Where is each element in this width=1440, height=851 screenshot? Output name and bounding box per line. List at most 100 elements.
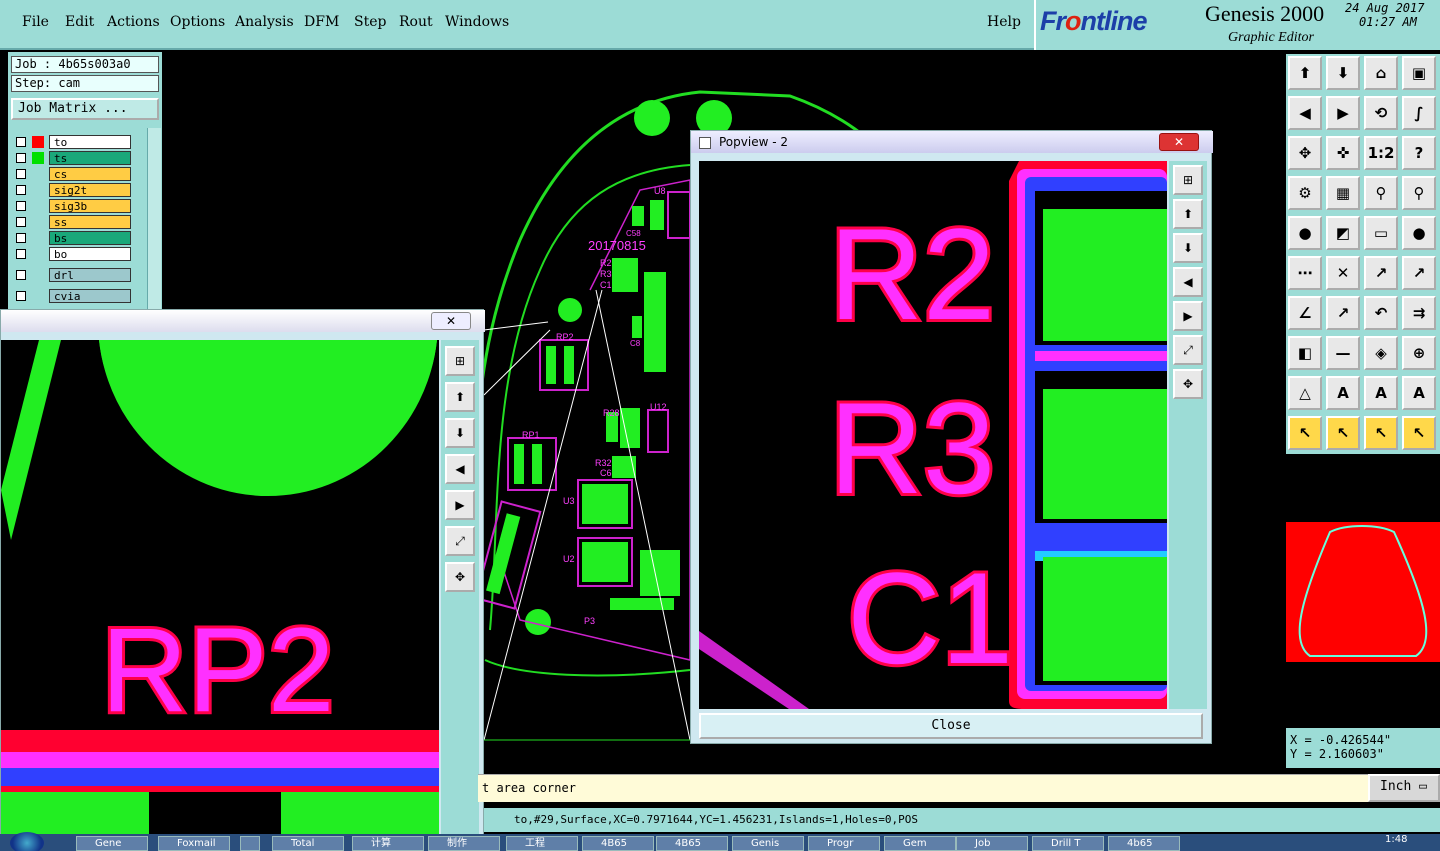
layer-checkbox[interactable]	[16, 270, 26, 280]
layer-row[interactable]: bo	[13, 247, 131, 261]
menu-edit[interactable]: Edit	[65, 14, 94, 30]
layer-checkbox[interactable]	[16, 201, 26, 211]
menu-windows[interactable]: Windows	[445, 14, 509, 30]
tool-button-39[interactable]: ↖	[1364, 416, 1398, 450]
taskbar-item[interactable]: 工程	[506, 836, 578, 851]
tool-button-27[interactable]: ↶	[1364, 296, 1398, 330]
taskbar-item[interactable]: Foxmail	[158, 836, 230, 851]
popview-2-close-icon[interactable]: ✕	[1159, 133, 1199, 151]
menu-analysis[interactable]: Analysis	[235, 14, 294, 30]
tool-button-26[interactable]: ↗	[1326, 296, 1360, 330]
layer-checkbox[interactable]	[16, 169, 26, 179]
view-right-icon[interactable]: ▶	[1173, 301, 1203, 331]
board-overview[interactable]	[1286, 522, 1440, 662]
menu-file[interactable]: File	[22, 14, 49, 30]
view-zoom-out-icon[interactable]: ⤢	[445, 526, 475, 556]
taskbar-item[interactable]: Genis	[732, 836, 804, 851]
menu-dfm[interactable]: DFM	[304, 14, 339, 30]
tool-button-7[interactable]: ⟲	[1364, 96, 1398, 130]
layer-row[interactable]: ss	[13, 215, 131, 229]
tool-button-15[interactable]: ⚲	[1364, 176, 1398, 210]
tool-button-20[interactable]: ●	[1402, 216, 1436, 250]
tool-button-12[interactable]: ?	[1402, 136, 1436, 170]
tool-button-10[interactable]: ✜	[1326, 136, 1360, 170]
layer-color-swatch[interactable]	[32, 290, 44, 302]
layer-scrollbar[interactable]	[147, 128, 161, 310]
view-left-icon[interactable]: ◀	[1173, 267, 1203, 297]
layer-color-swatch[interactable]	[32, 184, 44, 196]
layer-row[interactable]: cvia	[13, 289, 131, 303]
view-down-icon[interactable]: ⬇	[1173, 233, 1203, 263]
popview-1-canvas[interactable]: RP2	[1, 340, 439, 851]
menu-actions[interactable]: Actions	[107, 14, 160, 30]
tool-button-32[interactable]: ⊕	[1402, 336, 1436, 370]
tool-button-34[interactable]: A	[1326, 376, 1360, 410]
tool-button-24[interactable]: ↗	[1402, 256, 1436, 290]
tool-button-11[interactable]: 1:2	[1364, 136, 1398, 170]
view-right-icon[interactable]: ▶	[445, 490, 475, 520]
tool-button-8[interactable]: ∫	[1402, 96, 1436, 130]
unit-selector[interactable]: Inch ▭	[1368, 774, 1440, 802]
layer-checkbox[interactable]	[16, 217, 26, 227]
layer-checkbox[interactable]	[16, 233, 26, 243]
tool-button-37[interactable]: ↖	[1288, 416, 1322, 450]
view-zoom-fit-icon[interactable]: ⊞	[445, 346, 475, 376]
layer-color-swatch[interactable]	[32, 269, 44, 281]
tool-button-23[interactable]: ↗	[1364, 256, 1398, 290]
tool-button-30[interactable]: —	[1326, 336, 1360, 370]
tool-button-22[interactable]: ✕	[1326, 256, 1360, 290]
tool-button-38[interactable]: ↖	[1326, 416, 1360, 450]
layer-checkbox[interactable]	[16, 137, 26, 147]
view-zoom-fit-icon[interactable]: ⊞	[1173, 165, 1203, 195]
popview-1-close-icon[interactable]: ✕	[431, 312, 471, 330]
layer-color-swatch[interactable]	[32, 216, 44, 228]
view-zoom-in-icon[interactable]: ✥	[1173, 369, 1203, 399]
view-zoom-in-icon[interactable]: ✥	[445, 562, 475, 592]
taskbar-item[interactable]: Job	[956, 836, 1028, 851]
layer-row[interactable]: drl	[13, 268, 131, 282]
layer-color-swatch[interactable]	[32, 136, 44, 148]
layer-color-swatch[interactable]	[32, 168, 44, 180]
taskbar-item[interactable]: Gem	[884, 836, 956, 851]
taskbar-item[interactable]: 4B65	[656, 836, 728, 851]
popview-1-titlebar[interactable]	[1, 310, 485, 332]
taskbar-item[interactable]: Total	[272, 836, 344, 851]
taskbar-item[interactable]: Gene	[76, 836, 148, 851]
view-up-icon[interactable]: ⬆	[445, 382, 475, 412]
layer-color-swatch[interactable]	[32, 232, 44, 244]
layer-checkbox[interactable]	[16, 249, 26, 259]
job-matrix-button[interactable]: Job Matrix ...	[11, 98, 159, 120]
popview-2-canvas[interactable]: R2 R3 C1	[699, 161, 1167, 709]
layer-row[interactable]: sig3b	[13, 199, 131, 213]
layer-row[interactable]: cs	[13, 167, 131, 181]
taskbar-item[interactable]: Drill T	[1032, 836, 1104, 851]
tool-button-16[interactable]: ⚲	[1402, 176, 1436, 210]
taskbar-item[interactable]: 4B65	[582, 836, 654, 851]
menu-rout[interactable]: Rout	[399, 14, 433, 30]
view-down-icon[interactable]: ⬇	[445, 418, 475, 448]
close-button[interactable]: Close	[699, 713, 1203, 739]
tool-button-17[interactable]: ●	[1288, 216, 1322, 250]
taskbar-item[interactable]: Progr	[808, 836, 880, 851]
tool-button-28[interactable]: ⇉	[1402, 296, 1436, 330]
view-zoom-out-icon[interactable]: ⤢	[1173, 335, 1203, 365]
layer-row[interactable]: bs	[13, 231, 131, 245]
start-button[interactable]	[10, 832, 44, 851]
menu-options[interactable]: Options	[170, 14, 225, 30]
menu-step[interactable]: Step	[354, 14, 386, 30]
layer-color-swatch[interactable]	[32, 152, 44, 164]
tool-button-19[interactable]: ▭	[1364, 216, 1398, 250]
tool-button-36[interactable]: A	[1402, 376, 1436, 410]
layer-checkbox[interactable]	[16, 153, 26, 163]
tool-button-21[interactable]: ⋯	[1288, 256, 1322, 290]
tool-button-4[interactable]: ▣	[1402, 56, 1436, 90]
layer-checkbox[interactable]	[16, 291, 26, 301]
view-up-icon[interactable]: ⬆	[1173, 199, 1203, 229]
view-left-icon[interactable]: ◀	[445, 454, 475, 484]
tool-button-1[interactable]: ⬆	[1288, 56, 1322, 90]
taskbar-item[interactable]: 计算	[352, 836, 424, 851]
tool-button-29[interactable]: ◧	[1288, 336, 1322, 370]
tool-button-14[interactable]: ▦	[1326, 176, 1360, 210]
taskbar-item[interactable]: 制作	[428, 836, 500, 851]
tool-button-9[interactable]: ✥	[1288, 136, 1322, 170]
